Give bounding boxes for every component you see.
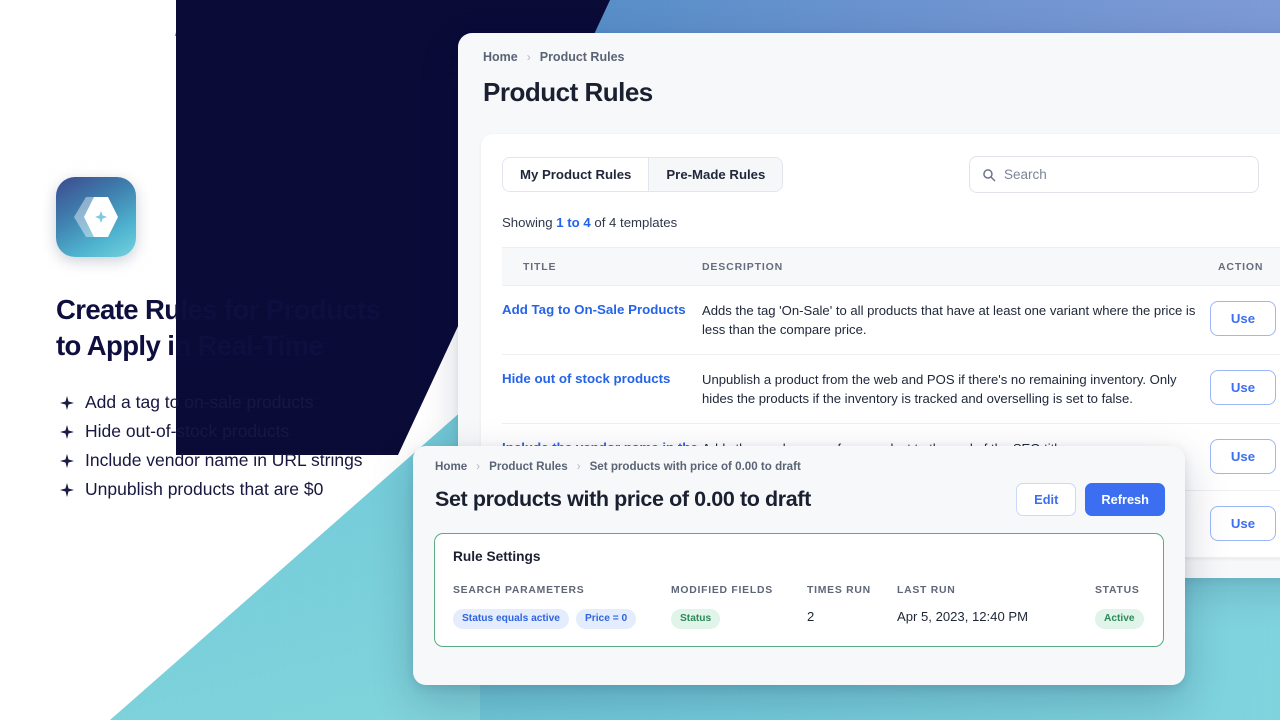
feature-label: Hide out-of-stock products — [85, 421, 290, 441]
label-status: STATUS — [1095, 585, 1140, 596]
modified-field-chips: Status — [671, 609, 807, 629]
use-button[interactable]: Use — [1210, 506, 1276, 541]
feature-label: Include vendor name in URL strings — [85, 450, 363, 470]
rule-description: Adds the tag 'On-Sale' to all products t… — [702, 285, 1210, 355]
chevron-right-icon: › — [476, 460, 481, 473]
headline-line-1: Create Rules for Products — [56, 294, 381, 325]
breadcrumb-item-home[interactable]: Home — [435, 460, 467, 473]
rule-title-link[interactable]: Hide out of stock products — [502, 354, 702, 424]
sparkle-icon — [60, 424, 74, 439]
chevron-right-icon: › — [576, 460, 581, 473]
status-badge: Price = 0 — [575, 609, 637, 629]
column-header-action: ACTION — [1210, 247, 1280, 286]
rule-action-cell: Use — [1210, 490, 1280, 558]
chevron-right-icon: › — [526, 50, 531, 64]
list-item: Include vendor name in URL strings — [60, 446, 460, 475]
use-button[interactable]: Use — [1210, 301, 1276, 336]
rule-detail-window: Home › Product Rules › Set products with… — [413, 446, 1185, 685]
column-header-description: DESCRIPTION — [702, 247, 1210, 286]
list-item: Hide out-of-stock products — [60, 417, 460, 446]
use-button[interactable]: Use — [1210, 370, 1276, 405]
feature-list: Add a tag to on-sale products Hide out-o… — [60, 388, 460, 504]
feature-label: Unpublish products that are $0 — [85, 479, 324, 499]
hexagon-sparkle-glyph — [74, 197, 118, 237]
detail-action-buttons: Edit Refresh — [1016, 483, 1165, 516]
status-badge: Status — [671, 609, 721, 629]
table-header-row: TITLE DESCRIPTION ACTION — [502, 247, 1280, 286]
screenshot-stage: Create Rules for Products to Apply in Re… — [0, 0, 1280, 720]
use-button[interactable]: Use — [1210, 439, 1276, 474]
list-item: Add a tag to on-sale products — [60, 388, 460, 417]
refresh-button[interactable]: Refresh — [1085, 483, 1165, 516]
table-row: Add Tag to On-Sale Products Adds the tag… — [502, 285, 1280, 355]
search-parameter-chips: Status equals active Price = 0 — [453, 609, 671, 629]
status-badge: Status equals active — [453, 609, 569, 629]
search-icon — [982, 168, 996, 182]
list-item: Unpublish products that are $0 — [60, 475, 460, 504]
value-last-run: Apr 5, 2023, 12:40 PM — [897, 609, 1029, 624]
tab-pre-made-rules[interactable]: Pre-Made Rules — [648, 158, 783, 191]
breadcrumb-item-current: Set products with price of 0.00 to draft — [589, 460, 801, 473]
breadcrumb-item-home[interactable]: Home — [483, 50, 518, 64]
edit-button[interactable]: Edit — [1016, 483, 1077, 516]
rule-settings-title: Rule Settings — [453, 549, 541, 564]
value-modified-fields: Status — [671, 596, 807, 629]
rule-title-link[interactable]: Add Tag to On-Sale Products — [502, 285, 702, 355]
sparkle-icon — [60, 453, 74, 468]
label-times-run: TIMES RUN — [807, 585, 871, 596]
showing-range: 1 to 4 — [556, 215, 591, 230]
label-last-run: LAST RUN — [897, 585, 956, 596]
page-headline: Create Rules for Products to Apply in Re… — [56, 292, 456, 364]
label-search-parameters: SEARCH PARAMETERS — [453, 585, 585, 596]
panel-toolbar: My Product Rules Pre-Made Rules Search — [481, 156, 1280, 193]
column-header-title: TITLE — [502, 247, 702, 286]
showing-prefix: Showing — [502, 215, 557, 230]
showing-suffix: of 4 templates — [590, 215, 678, 230]
hexagon-sparkle-app-icon — [56, 177, 136, 257]
rule-settings-grid: SEARCH PARAMETERS MODIFIED FIELDS TIMES … — [453, 585, 1145, 629]
breadcrumb-item-product-rules[interactable]: Product Rules — [540, 50, 625, 64]
breadcrumb: Home › Product Rules — [458, 33, 1280, 64]
sparkle-icon — [60, 482, 74, 497]
sparkle-icon — [60, 395, 74, 410]
table-header: TITLE DESCRIPTION ACTION — [502, 247, 1280, 286]
rule-settings-card: Rule Settings SEARCH PARAMETERS MODIFIED… — [434, 533, 1164, 647]
detail-breadcrumb: Home › Product Rules › Set products with… — [413, 446, 1185, 473]
search-placeholder: Search — [1004, 167, 1047, 182]
value-status: Active — [1095, 596, 1145, 629]
breadcrumb-item-product-rules[interactable]: Product Rules — [489, 460, 568, 473]
rule-action-cell: Use — [1210, 285, 1280, 355]
promo-panel: Create Rules for Products to Apply in Re… — [0, 0, 460, 720]
headline-line-2: to Apply in Real-Time — [56, 330, 324, 361]
tab-my-product-rules[interactable]: My Product Rules — [503, 158, 649, 191]
rule-action-cell: Use — [1210, 354, 1280, 424]
value-search-parameters: Status equals active Price = 0 — [453, 596, 671, 629]
detail-page-title: Set products with price of 0.00 to draft — [435, 487, 811, 511]
search-input[interactable]: Search — [969, 156, 1259, 193]
table-row: Hide out of stock products Unpublish a p… — [502, 354, 1280, 424]
rule-action-cell: Use — [1210, 423, 1280, 491]
showing-count: Showing 1 to 4 of 4 templates — [481, 193, 1280, 230]
value-times-run: 2 — [807, 609, 815, 624]
label-modified-fields: MODIFIED FIELDS — [671, 585, 773, 596]
tab-group: My Product Rules Pre-Made Rules — [502, 157, 784, 192]
page-title: Product Rules — [483, 77, 653, 107]
rule-description: Unpublish a product from the web and POS… — [702, 354, 1210, 424]
detail-header: Set products with price of 0.00 to draft… — [413, 473, 1185, 516]
status-badge: Active — [1095, 609, 1144, 629]
feature-label: Add a tag to on-sale products — [85, 392, 314, 412]
